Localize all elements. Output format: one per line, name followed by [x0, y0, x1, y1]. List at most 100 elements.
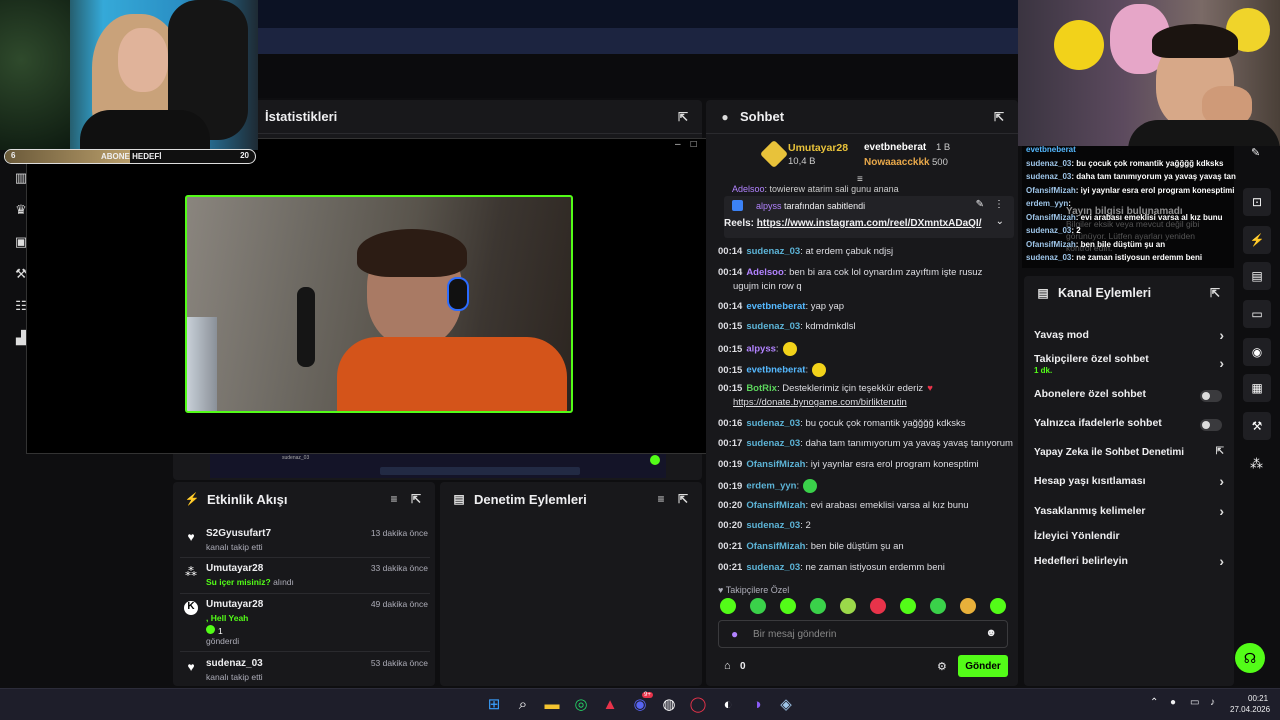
emoji-icon[interactable]: ☻: [985, 627, 997, 639]
expand-icon[interactable]: ⌄: [996, 216, 1004, 227]
emote-button[interactable]: [930, 598, 946, 614]
unpin-icon[interactable]: ✎: [976, 199, 984, 210]
chevron-right-icon: ›: [1219, 327, 1224, 343]
chat-username[interactable]: Adelsoo: [732, 184, 765, 194]
tray-chevron-icon[interactable]: ⌃: [1150, 697, 1158, 708]
emote-button[interactable]: [840, 598, 856, 614]
chat-input[interactable]: ● Bir mesaj gönderin ☻: [718, 620, 1008, 648]
more-icon[interactable]: ⋮: [994, 199, 1004, 210]
lightning-icon[interactable]: ⚡: [1243, 226, 1271, 254]
broadcast-icon[interactable]: ◉: [1243, 338, 1271, 366]
pencil-icon[interactable]: ✎: [1251, 146, 1260, 159]
emote-button[interactable]: [870, 598, 886, 614]
minimize-icon[interactable]: –: [675, 139, 691, 150]
emote-button[interactable]: [810, 598, 826, 614]
chat-username[interactable]: evetbneberat: [746, 301, 805, 312]
chat-username[interactable]: sudenaz_03: [746, 321, 800, 332]
leader-1-name[interactable]: Umutayar28: [788, 142, 848, 154]
popout-icon[interactable]: ⇱: [992, 110, 1006, 124]
emote-icon: [803, 479, 818, 493]
channel-action-item[interactable]: Yapay Zeka ile Sohbet Denetimi ⇱: [1034, 446, 1224, 462]
emote-button[interactable]: [720, 598, 736, 614]
chat-username[interactable]: sudenaz_03: [746, 438, 800, 449]
chat-username[interactable]: evetbneberat: [746, 365, 805, 376]
camera-icon[interactable]: ⊡: [1243, 188, 1271, 216]
divider: [180, 557, 430, 558]
activity-title: Etkinlik Akışı: [207, 491, 288, 507]
popout-icon[interactable]: ⇱: [409, 492, 423, 506]
popout-icon[interactable]: ⇱: [1208, 286, 1222, 300]
points-icon[interactable]: ⁂: [1250, 456, 1263, 472]
chat-username[interactable]: erdem_yyn: [746, 481, 796, 492]
chat-message: 00:21 sudenaz_03: ne zaman istiyosun erde…: [718, 562, 945, 573]
folder-icon[interactable]: ▬: [542, 694, 562, 714]
chat-text[interactable]: https://donate.bynogame.com/birlikteruti…: [733, 397, 907, 408]
whatsapp-icon[interactable]: ◎: [571, 694, 591, 714]
emote-button[interactable]: [750, 598, 766, 614]
popout-icon[interactable]: ⇱: [676, 492, 690, 506]
send-button[interactable]: Gönder: [958, 655, 1008, 677]
support-button[interactable]: ☊: [1235, 643, 1265, 673]
search-icon[interactable]: ⌕: [513, 694, 533, 714]
kick-icon: K: [184, 601, 198, 615]
chat-username[interactable]: OfansifMizah: [746, 500, 805, 511]
chat-username[interactable]: OfansifMizah: [746, 459, 805, 470]
channel-action-item[interactable]: Takipçilere özel sohbet 1 dk. ›: [1034, 353, 1224, 377]
chat-text: : daha tam tanımıyorum ya yavaş yavaş ta…: [800, 438, 1013, 449]
window-icon: ▤: [1037, 286, 1049, 300]
app-icon[interactable]: ◑: [747, 694, 767, 714]
channel-action-item[interactable]: Abonelere özel sohbet: [1034, 388, 1224, 404]
chat-username[interactable]: BotRix: [746, 383, 777, 394]
emote-button[interactable]: [900, 598, 916, 614]
document-icon: ▤: [453, 492, 465, 506]
mic-icon[interactable]: ●: [731, 627, 738, 641]
chat-username[interactable]: alpyss: [746, 344, 776, 355]
pinned-by-user[interactable]: alpyss: [756, 201, 782, 211]
opera-icon[interactable]: ◯: [688, 694, 708, 714]
channel-action-item[interactable]: Hesap yaşı kısıtlaması ›: [1034, 473, 1224, 491]
emote-button[interactable]: [780, 598, 796, 614]
streamer-hair-right: [1152, 24, 1238, 58]
emote-button[interactable]: [960, 598, 976, 614]
chat-username[interactable]: sudenaz_03: [746, 246, 800, 257]
channel-action-item[interactable]: Yavaş mod ›: [1034, 327, 1224, 345]
channel-action-item[interactable]: Hedefleri belirleyin ›: [1034, 553, 1224, 571]
window-icon[interactable]: ▦: [1243, 374, 1271, 402]
chat-username[interactable]: Adelsoo: [746, 267, 783, 278]
points-icon[interactable]: ⌂: [724, 660, 731, 672]
volume-icon[interactable]: ♪: [1210, 697, 1215, 708]
channel-action-item[interactable]: İzleyici Yönlendir: [1034, 530, 1224, 546]
channel-action-item[interactable]: Yasaklanmış kelimeler ›: [1034, 503, 1224, 521]
emote-button[interactable]: [990, 598, 1006, 614]
reels-link[interactable]: https://www.instagram.com/reel/DXmntxADa…: [757, 218, 982, 229]
wrench-icon[interactable]: ⚒: [1243, 412, 1271, 440]
leader-3-name[interactable]: Nowaaacckkk: [864, 157, 930, 168]
chat-username[interactable]: OfansifMizah: [746, 541, 805, 552]
steam-icon[interactable]: ◈: [776, 694, 796, 714]
chat-settings-icon[interactable]: ⚙: [937, 660, 947, 673]
toggle-switch[interactable]: [1200, 390, 1222, 402]
chat-bubble-icon[interactable]: ▭: [1243, 300, 1271, 328]
mic-tray-icon[interactable]: ●: [1170, 697, 1176, 708]
chat-timestamp: 00:14: [718, 301, 743, 312]
activity-user: sudenaz_03: [206, 658, 263, 669]
app-icon[interactable]: ◐: [718, 694, 738, 714]
chat-username[interactable]: sudenaz_03: [746, 418, 800, 429]
filter-icon[interactable]: ≡: [387, 492, 401, 506]
app-a-icon[interactable]: ▲: [600, 694, 620, 714]
chat-username[interactable]: sudenaz_03: [746, 520, 800, 531]
channel-action-item[interactable]: Yalnızca ifadelerle sohbet: [1034, 417, 1224, 433]
chat-username[interactable]: sudenaz_03: [746, 562, 800, 573]
webcam-window[interactable]: –□✕: [26, 138, 732, 454]
leader-2-name[interactable]: evetbneberat: [864, 142, 926, 153]
clock-time[interactable]: 00:21: [1248, 694, 1268, 703]
windows-start-icon[interactable]: ⊞: [484, 694, 504, 714]
chat-timestamp: 00:14: [718, 246, 743, 257]
chrome-icon[interactable]: ◍: [659, 694, 679, 714]
monitor-tray-icon[interactable]: ▭: [1190, 697, 1199, 708]
filter-icon[interactable]: ≡: [654, 492, 668, 506]
popout-icon[interactable]: ⇱: [676, 110, 690, 124]
maximize-icon[interactable]: □: [691, 139, 707, 150]
toggle-switch[interactable]: [1200, 419, 1222, 431]
document-icon[interactable]: ▤: [1243, 262, 1271, 290]
